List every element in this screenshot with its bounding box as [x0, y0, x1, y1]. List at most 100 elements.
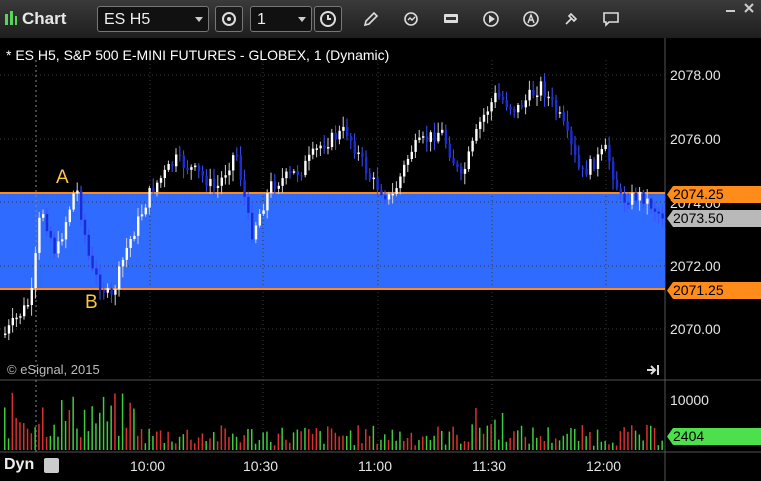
volume-bar: [167, 431, 169, 450]
data-icon[interactable]: [442, 10, 460, 28]
candle-body: [501, 96, 505, 101]
volume-bar: [163, 442, 166, 450]
annotation-a[interactable]: A: [56, 167, 69, 189]
candle-body: [243, 179, 246, 197]
volume-bar: [26, 428, 29, 450]
volume-bar: [615, 445, 618, 450]
candle-body: [570, 130, 573, 145]
candle-body: [91, 255, 94, 269]
volume-bar: [520, 425, 523, 450]
candle-body: [178, 154, 182, 157]
candle-body: [273, 181, 277, 189]
chart-settings-button[interactable]: [215, 6, 243, 32]
candle-body: [425, 136, 429, 142]
lower-level-tag[interactable]: 2071.25: [667, 282, 761, 299]
comment-icon[interactable]: [602, 10, 620, 28]
volume-bar: [650, 425, 652, 450]
volume-bar: [323, 443, 325, 450]
chevron-down-icon[interactable]: [195, 17, 203, 22]
volume-bar: [152, 435, 154, 450]
jump-to-end-icon[interactable]: [645, 363, 661, 377]
volume-bar: [410, 432, 413, 450]
volume-bar: [513, 431, 515, 450]
chevron-down-icon[interactable]: [298, 17, 306, 22]
interval-input[interactable]: 1: [250, 6, 312, 32]
candle-body: [593, 159, 596, 169]
candle-body: [95, 268, 98, 275]
dynamic-mode-label[interactable]: Dyn: [4, 456, 34, 474]
candle-body: [49, 231, 52, 238]
candle-body: [292, 171, 296, 173]
clock-button[interactable]: [314, 6, 342, 32]
candle-body: [137, 216, 140, 236]
volume-bar: [558, 440, 561, 450]
volume-bar: [399, 431, 401, 450]
volume-bar: [45, 437, 48, 450]
volume-bar: [589, 431, 591, 450]
volume-bar: [638, 434, 641, 450]
volume-bar: [57, 436, 59, 450]
candle-body: [646, 198, 649, 204]
candle-body: [619, 188, 622, 194]
candle-body: [555, 99, 558, 113]
candle-body: [53, 237, 56, 254]
volume-bar: [194, 443, 196, 450]
candle-body: [201, 170, 204, 176]
pencil-icon[interactable]: [362, 10, 380, 28]
candle-body: [216, 185, 220, 188]
candle-body: [148, 187, 151, 208]
candle-body: [87, 234, 90, 256]
time-label-1000: 10:00: [130, 458, 166, 474]
upper-level-tag[interactable]: 2074.25: [667, 186, 761, 203]
alert-icon[interactable]: [522, 10, 540, 28]
candle-body: [441, 129, 444, 133]
candle-body: [600, 149, 603, 155]
volume-bar: [235, 436, 238, 450]
candle-body: [444, 129, 448, 144]
volume-bar: [110, 405, 112, 450]
candle-body: [205, 175, 208, 187]
app-title: Chart: [4, 9, 66, 29]
candle-body: [479, 121, 482, 129]
volume-bar: [315, 428, 318, 450]
candle-body: [289, 171, 292, 174]
lock-icon[interactable]: [44, 458, 59, 473]
time-label-1200: 12:00: [586, 458, 622, 474]
minimize-icon[interactable]: [722, 0, 740, 16]
close-icon[interactable]: [740, 0, 758, 16]
volume-bar: [619, 431, 622, 450]
candle-body: [334, 132, 337, 140]
candle-body: [220, 177, 223, 186]
volume-bar: [182, 434, 185, 450]
candle-body: [631, 192, 634, 205]
refresh-icon[interactable]: [402, 10, 420, 28]
volume-bar: [418, 440, 420, 450]
volume-bar: [524, 436, 527, 450]
price-chart[interactable]: [0, 38, 761, 481]
tools-icon[interactable]: [562, 10, 580, 28]
volume-bar: [125, 427, 128, 450]
candle-body: [311, 148, 315, 155]
candle-body: [106, 288, 109, 293]
volume-bar: [425, 435, 428, 450]
volume-bar: [657, 445, 660, 450]
candle-body: [266, 192, 269, 211]
volume-bar: [156, 431, 158, 450]
volume-bar: [137, 435, 139, 450]
volume-bar: [429, 440, 432, 450]
annotation-b[interactable]: B: [85, 292, 98, 314]
candle-body: [376, 177, 379, 190]
symbol-input[interactable]: ES H5: [97, 6, 209, 32]
candle-body: [463, 169, 467, 174]
candle-body: [543, 81, 546, 97]
volume-bar: [175, 443, 177, 450]
candle-body: [642, 191, 645, 204]
candle-body: [304, 160, 307, 176]
volume-bar: [213, 431, 215, 450]
candle-body: [490, 102, 493, 112]
volume-bar: [444, 444, 447, 450]
volume-bar: [479, 427, 481, 450]
play-icon[interactable]: [482, 10, 500, 28]
candle-body: [581, 167, 584, 169]
volume-bar: [517, 430, 519, 450]
